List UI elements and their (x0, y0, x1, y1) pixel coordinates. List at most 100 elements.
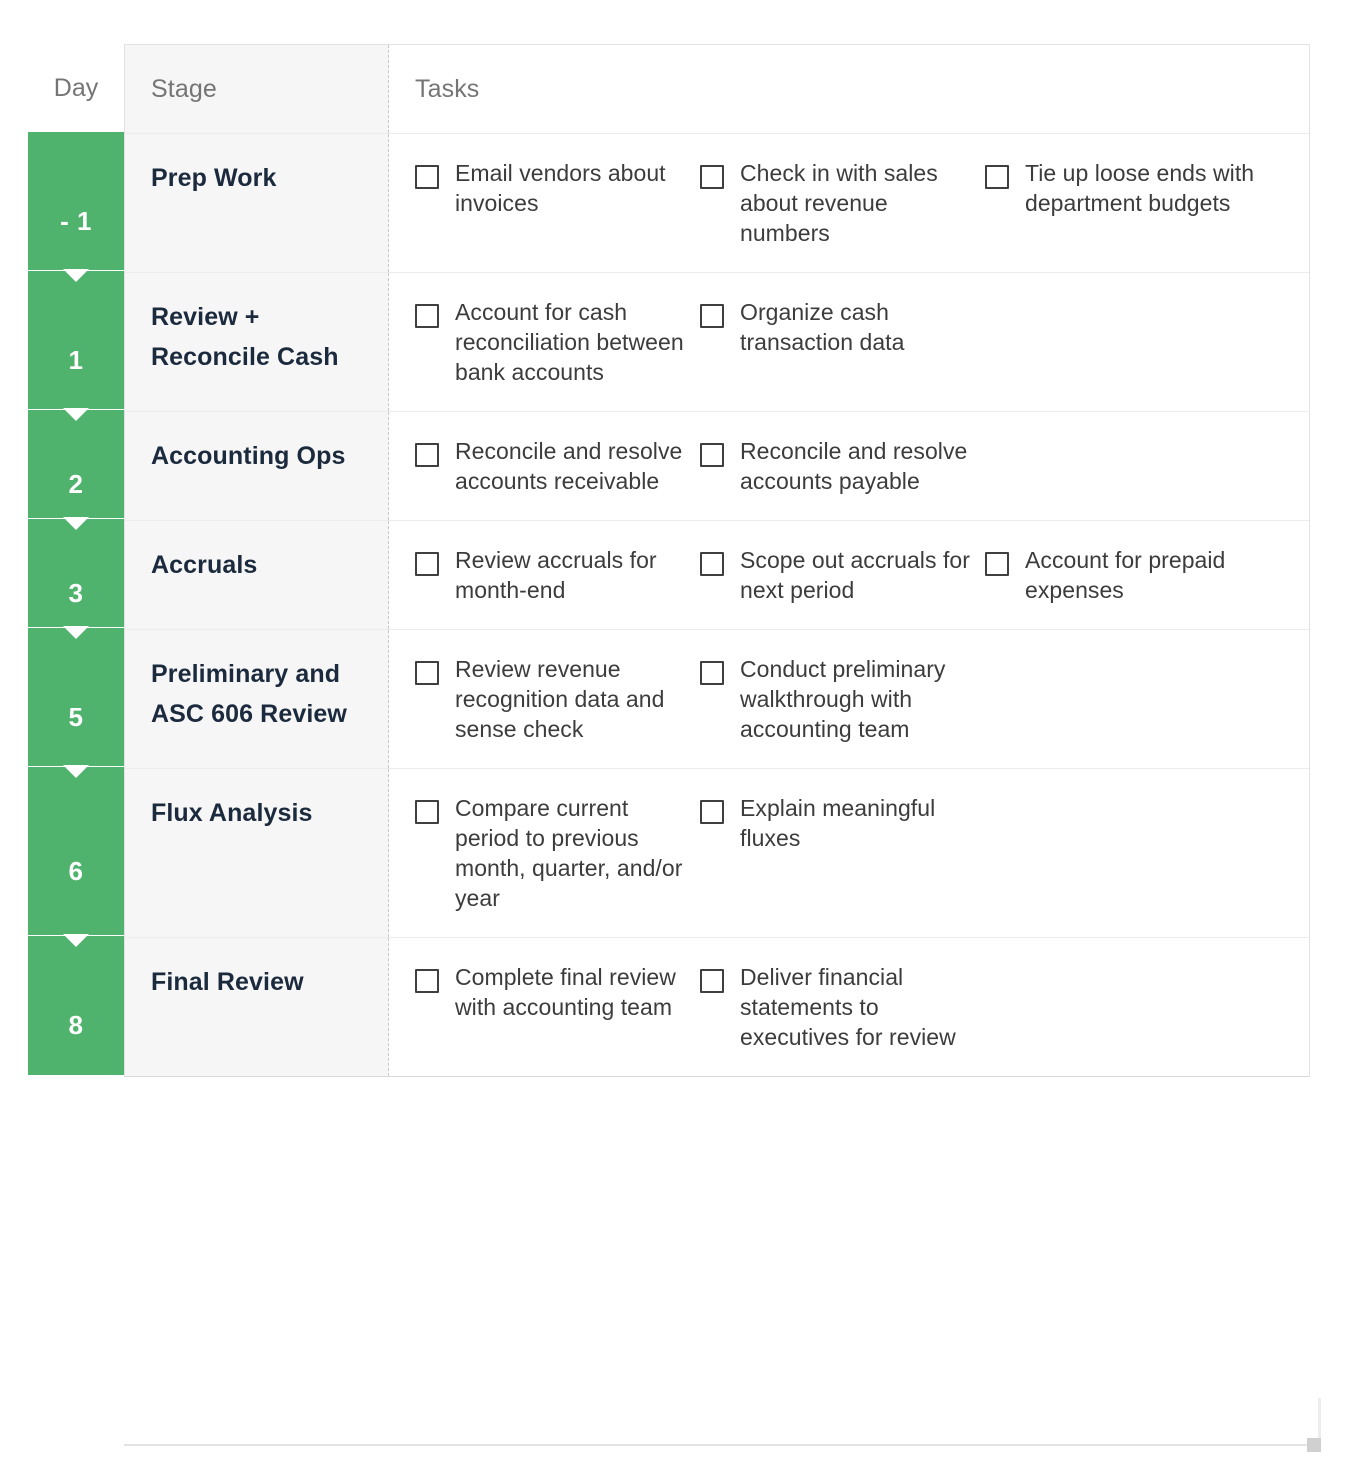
stage-title: Prep Work (151, 164, 277, 192)
stage-title: Review + Reconcile Cash (151, 303, 339, 371)
day-number: 6 (68, 856, 84, 886)
task-item[interactable]: Reconcile and resolve accounts payable (700, 436, 985, 496)
task-item[interactable]: Account for cash reconciliation between … (415, 297, 700, 387)
chevron-down-icon (63, 408, 89, 421)
horizontal-scrollbar[interactable] (124, 1444, 1310, 1446)
checkbox-icon[interactable] (700, 800, 724, 824)
day-marker: 2 (28, 410, 124, 530)
checkbox-icon[interactable] (415, 969, 439, 993)
task-item[interactable]: Conduct preliminary walkthrough with acc… (700, 654, 985, 744)
tasks-column-header: Tasks (415, 75, 480, 103)
task-item[interactable]: Email vendors about invoices (415, 158, 700, 218)
table-row: Accounting Ops Reconcile and resolve acco… (125, 412, 1309, 521)
checkbox-icon[interactable] (985, 552, 1009, 576)
stage-title: Final Review (151, 968, 304, 996)
task-label: Tie up loose ends with department budget… (1025, 160, 1255, 216)
task-item[interactable]: Scope out accruals for next period (700, 545, 985, 605)
task-item[interactable]: Account for prepaid expenses (985, 545, 1270, 605)
checkbox-icon[interactable] (415, 552, 439, 576)
chevron-down-icon (63, 934, 89, 947)
stage-cell: Prep Work (125, 134, 389, 272)
checkbox-icon[interactable] (700, 304, 724, 328)
task-label: Review accruals for month-end (455, 547, 657, 603)
table-row: Flux Analysis Compare current period to p… (125, 769, 1309, 938)
day-rail: - 1 1 2 3 5 6 8 (28, 132, 124, 1075)
day-marker: 1 (28, 271, 124, 421)
checkbox-icon[interactable] (415, 443, 439, 467)
task-item[interactable]: Deliver financial statements to executiv… (700, 962, 985, 1052)
checkbox-icon[interactable] (415, 304, 439, 328)
stage-column-header: Stage (151, 75, 217, 103)
checkbox-icon[interactable] (700, 661, 724, 685)
chevron-down-icon (63, 269, 89, 282)
table-row: Review + Reconcile Cash Account for cash … (125, 273, 1309, 412)
task-label: Email vendors about invoices (455, 160, 666, 216)
stage-title: Accounting Ops (151, 442, 346, 470)
task-label: Compare current period to previous month… (455, 795, 683, 911)
task-label: Deliver financial statements to executiv… (740, 964, 956, 1050)
chevron-down-icon (63, 626, 89, 639)
task-item[interactable]: Review revenue recognition data and sens… (415, 654, 700, 744)
stage-cell: Accounting Ops (125, 412, 389, 520)
tasks-column-header-cell: Tasks (389, 45, 1309, 133)
table-row: Accruals Review accruals for month-end Sco… (125, 521, 1309, 630)
day-marker: 3 (28, 519, 124, 639)
stage-cell: Preliminary and ASC 606 Review (125, 630, 389, 768)
task-label: Reconcile and resolve accounts receivabl… (455, 438, 683, 494)
day-marker: 5 (28, 628, 124, 778)
day-number: 1 (68, 345, 84, 375)
task-item[interactable]: Organize cash transaction data (700, 297, 985, 357)
task-item[interactable]: Review accruals for month-end (415, 545, 700, 605)
task-label: Explain meaningful fluxes (740, 795, 936, 851)
checkbox-icon[interactable] (700, 165, 724, 189)
day-marker: - 1 (28, 132, 124, 282)
day-marker: 6 (28, 767, 124, 947)
task-label: Check in with sales about revenue number… (740, 160, 938, 246)
table-row: Preliminary and ASC 606 Review Review rev… (125, 630, 1309, 769)
stage-title: Flux Analysis (151, 799, 313, 827)
day-number: 8 (68, 1010, 84, 1040)
tasks-cell: Reconcile and resolve accounts receivabl… (389, 412, 1309, 520)
task-item[interactable]: Complete final review with accounting te… (415, 962, 700, 1022)
tasks-cell: Account for cash reconciliation between … (389, 273, 1309, 411)
checklist-table: Stage Tasks Prep Work Email vendors about… (124, 44, 1310, 1077)
checkbox-icon[interactable] (985, 165, 1009, 189)
task-item[interactable]: Tie up loose ends with department budget… (985, 158, 1270, 218)
tasks-cell: Review accruals for month-end Scope out a… (389, 521, 1309, 629)
stage-cell: Review + Reconcile Cash (125, 273, 389, 411)
day-number: 2 (68, 469, 84, 499)
chevron-down-icon (63, 765, 89, 778)
checkbox-icon[interactable] (700, 969, 724, 993)
day-column-header: Day (53, 74, 99, 102)
stage-cell: Final Review (125, 938, 389, 1076)
checkbox-icon[interactable] (415, 800, 439, 824)
task-label: Organize cash transaction data (740, 299, 905, 355)
tasks-cell: Complete final review with accounting te… (389, 938, 1309, 1076)
task-item[interactable]: Check in with sales about revenue number… (700, 158, 985, 248)
table-row: Final Review Complete final review with a… (125, 938, 1309, 1077)
checkbox-icon[interactable] (415, 165, 439, 189)
table-header-row: Stage Tasks (125, 45, 1309, 134)
task-item[interactable]: Compare current period to previous month… (415, 793, 700, 913)
chevron-down-icon (63, 517, 89, 530)
tasks-cell: Review revenue recognition data and sens… (389, 630, 1309, 768)
table-row: Prep Work Email vendors about invoices Che… (125, 134, 1309, 273)
checkbox-icon[interactable] (700, 552, 724, 576)
tasks-cell: Email vendors about invoices Check in wit… (389, 134, 1309, 272)
checkbox-icon[interactable] (415, 661, 439, 685)
stage-cell: Accruals (125, 521, 389, 629)
task-label: Scope out accruals for next period (740, 547, 970, 603)
vertical-scrollbar[interactable] (1318, 1398, 1321, 1440)
task-item[interactable]: Reconcile and resolve accounts receivabl… (415, 436, 700, 496)
task-label: Conduct preliminary walkthrough with acc… (740, 656, 946, 742)
day-number: - 1 (60, 206, 92, 236)
day-marker: 8 (28, 936, 124, 1075)
task-label: Account for cash reconciliation between … (455, 299, 684, 385)
task-label: Account for prepaid expenses (1025, 547, 1226, 603)
resize-grip[interactable] (1307, 1438, 1321, 1452)
stage-title: Preliminary and ASC 606 Review (151, 660, 347, 728)
stage-column-header-cell: Stage (125, 45, 389, 133)
month-end-close-checklist: Day - 1 1 2 3 5 6 8 Stage Tasks Prep Work Email… (0, 0, 1346, 1480)
checkbox-icon[interactable] (700, 443, 724, 467)
task-item[interactable]: Explain meaningful fluxes (700, 793, 985, 853)
